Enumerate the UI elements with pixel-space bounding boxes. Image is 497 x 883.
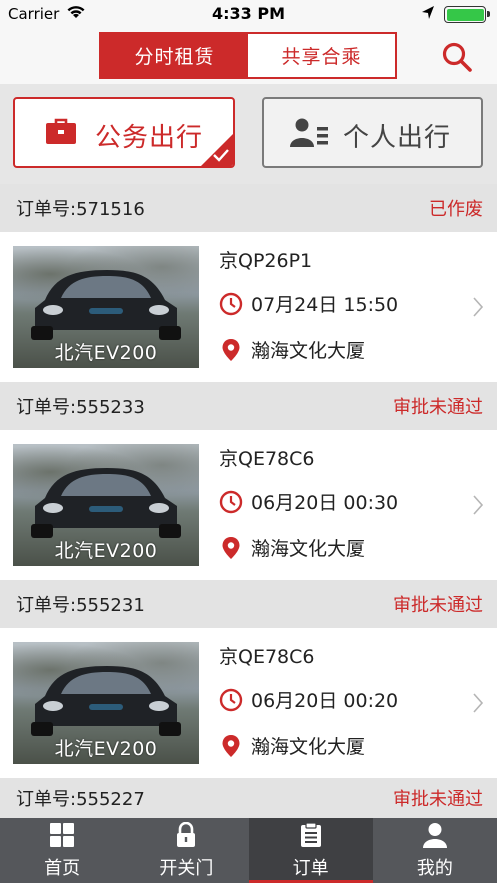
order-header: 订单号:555227 审批未通过 [0,778,497,818]
order-status: 已作废 [429,199,483,220]
car-photo: 北汽EV200 [13,444,199,566]
order-status: 审批未通过 [393,397,483,418]
clipboard-icon [300,822,321,847]
order-time-row: 06月20日 00:20 [219,686,398,713]
grid-icon [50,823,75,847]
order-card[interactable]: 北汽EV200 京QP26P1 07月24日 15:50 瀚海文化大厦 [0,232,497,382]
order-number: 订单号:571516 [16,199,145,220]
location-arrow-icon [422,6,434,19]
tab-orders[interactable]: 订单 [248,818,374,883]
official-travel-button[interactable]: 公务出行 [13,97,235,168]
order-header: 订单号:555231 审批未通过 [0,580,497,628]
plate-number: 京QP26P1 [219,250,313,272]
tab-door-control[interactable]: 开关门 [124,818,248,883]
map-pin-icon [222,734,240,757]
chevron-right-icon[interactable] [472,296,484,318]
battery-icon [444,6,490,23]
clock-icon [219,688,243,711]
map-pin-icon [222,338,240,361]
travel-type-bar: 公务出行 个人出行 [0,84,497,184]
order-time-row: 06月20日 00:30 [219,488,398,515]
car-image [31,666,181,736]
car-model-label: 北汽EV200 [54,342,158,364]
lock-icon [177,822,196,847]
order-status: 审批未通过 [393,789,483,810]
order-status: 审批未通过 [393,595,483,616]
chevron-right-icon[interactable] [472,494,484,516]
order-card[interactable]: 北汽EV200 京QE78C6 06月20日 00:30 瀚海文化大厦 [0,430,497,580]
battery-level [446,8,484,21]
tab-time-rental[interactable]: 分时租赁 [101,34,248,77]
personal-travel-label: 个人出行 [343,123,452,153]
tab-home-label: 首页 [44,858,81,879]
order-header: 订单号:555233 审批未通过 [0,382,497,430]
tab-orders-label: 订单 [292,858,329,879]
car-model-label: 北汽EV200 [54,540,158,562]
order-location-row: 瀚海文化大厦 [219,336,365,363]
briefcase-icon [46,118,76,144]
tab-door-control-label: 开关门 [159,858,214,879]
order-location-row: 瀚海文化大厦 [219,732,365,759]
bottom-tab-bar: 首页 开关门 订单 我的 [0,818,497,883]
clock-icon [219,292,243,315]
car-photo: 北汽EV200 [13,642,199,764]
order-location: 瀚海文化大厦 [251,538,366,560]
status-bar: Carrier 4:33 PM [0,0,497,28]
user-icon [422,823,447,848]
order-location: 瀚海文化大厦 [251,736,366,758]
order-header: 订单号:571516 已作废 [0,184,497,232]
tab-home[interactable]: 首页 [0,818,124,883]
search-icon[interactable] [440,40,474,74]
order-number: 订单号:555233 [16,397,145,418]
order-location: 瀚海文化大厦 [251,340,366,362]
order-time: 06月20日 00:30 [251,492,399,514]
plate-number: 京QE78C6 [219,646,315,668]
personal-travel-button[interactable]: 个人出行 [262,97,483,168]
clock-icon [219,490,243,513]
order-number: 订单号:555231 [16,595,145,616]
car-image [31,270,181,340]
person-list-icon [290,118,328,147]
car-image [31,468,181,538]
service-segmented-control: 分时租赁 共享合乘 [99,32,397,79]
order-location-row: 瀚海文化大厦 [219,534,365,561]
order-card[interactable]: 北汽EV200 京QE78C6 06月20日 00:20 瀚海文化大厦 [0,628,497,778]
tab-mine[interactable]: 我的 [373,818,497,883]
order-time-row: 07月24日 15:50 [219,290,398,317]
car-model-label: 北汽EV200 [54,738,158,760]
order-time: 07月24日 15:50 [251,294,399,316]
car-photo: 北汽EV200 [13,246,199,368]
nav-header: 分时租赁 共享合乘 [0,28,497,84]
tab-shared-ride[interactable]: 共享合乘 [248,34,395,77]
order-number: 订单号:555227 [16,789,145,810]
checkmark-icon [213,149,229,162]
official-travel-label: 公务出行 [95,123,204,153]
map-pin-icon [222,536,240,559]
chevron-right-icon[interactable] [472,692,484,714]
plate-number: 京QE78C6 [219,448,315,470]
order-time: 06月20日 00:20 [251,690,399,712]
tab-mine-label: 我的 [416,858,453,879]
